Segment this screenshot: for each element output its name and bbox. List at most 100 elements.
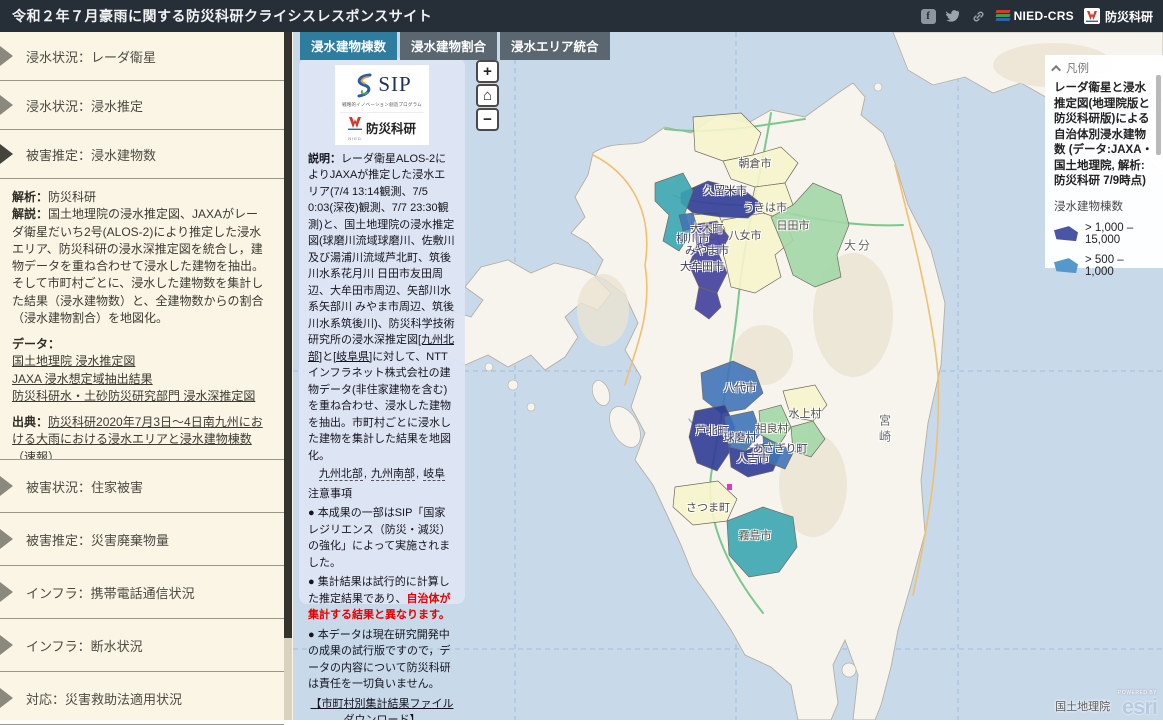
note-1: ● 本成果の一部はSIP「国家レジリエンス（防災・減災）の強化」によって実施され… <box>308 505 456 571</box>
map-label-prefecture: 大分 <box>844 237 872 254</box>
map-zoom-controls: + ⌂ − <box>476 60 499 132</box>
nied-logo-icon: NIED <box>348 116 362 142</box>
legend-item: > 1,000 – 15,000 <box>1054 222 1155 246</box>
sidebar-item-label: 対応：災害救助法適用状況 <box>26 689 182 708</box>
sip-logo-icon <box>352 72 376 98</box>
page-title: 令和２年７月豪雨に関する防災科研クライシスレスポンスサイト <box>12 6 432 26</box>
legend-swatch-blue <box>1054 258 1078 273</box>
sidebar-item-flooded-buildings[interactable]: 被害推定：浸水建物数 <box>0 130 284 179</box>
legend-subtitle: 浸水建物棟数 <box>1054 198 1155 214</box>
chevron-right-icon <box>0 529 13 549</box>
legend-scrollbar-thumb[interactable] <box>1156 75 1161 155</box>
map-label: 相良村 <box>756 420 789 436</box>
sidebar-item-relief-act[interactable]: 対応：災害救助法適用状況 <box>0 672 284 725</box>
legend-item-label: > 500 – 1,000 <box>1085 254 1155 278</box>
description-label: 解説： <box>12 207 48 221</box>
sidebar-item-label: 浸水状況：レーダ衛星 <box>26 47 156 66</box>
tab-flooded-building-ratio[interactable]: 浸水建物割合 <box>400 32 497 60</box>
nied-logo-sub: NIED <box>348 136 362 142</box>
zoom-out-button[interactable]: − <box>476 108 499 131</box>
link-nied-depth-map[interactable]: 防災科研水・土砂防災研究部門 浸水深推定図 <box>12 389 255 403</box>
description-text: 国土地理院の浸水推定図、JAXAがレーダ衛星だいち2号(ALOS-2)により推定… <box>12 207 264 273</box>
sidebar-item-label: 被害状況：住家被害 <box>26 477 143 496</box>
map-label: 八女市 <box>729 227 762 243</box>
sidebar-item-flood-estimate[interactable]: 浸水状況：浸水推定 <box>0 81 284 130</box>
nied-logo-text: 防災科研 <box>366 120 416 139</box>
notes-title: 注意事項 <box>308 486 456 503</box>
chevron-right-icon <box>0 95 13 115</box>
legend-panel: 凡例 レーダ衛星と浸水推定図(地理院版と防災科研版)による自治体別浸水建物数 (… <box>1045 55 1163 268</box>
esri-logo: POWERED BY esri <box>1118 691 1157 718</box>
logo-box: SIP 戦略的イノベーション創造プログラム NIED 防災科研 <box>335 65 429 145</box>
download-link-wrap: 【市町村別集計結果ファイルダウンロード】 <box>308 696 456 720</box>
info-description: 説明：レーダ衛星ALOS-2によりJAXAが推定した浸水エリア(7/4 13:1… <box>308 151 456 465</box>
legend-header[interactable]: 凡例 <box>1054 60 1155 76</box>
twitter-icon[interactable] <box>946 9 961 24</box>
legend-title: レーダ衛星と浸水推定図(地理院版と防災科研版)による自治体別浸水建物数 (データ… <box>1054 81 1155 190</box>
home-button[interactable]: ⌂ <box>476 84 499 107</box>
chevron-up-icon <box>1051 64 1061 74</box>
map-label-prefecture: 宮崎 <box>877 414 894 446</box>
legend-item: > 500 – 1,000 <box>1054 254 1155 278</box>
chevron-right-icon <box>0 144 13 164</box>
link-gifu[interactable]: [岐阜県] <box>333 351 372 363</box>
tab-flooded-building-count[interactable]: 浸水建物棟数 <box>300 32 397 60</box>
link-jaxa-extraction[interactable]: JAXA 浸水想定域抽出結果 <box>12 372 153 386</box>
zoom-in-button[interactable]: + <box>476 60 499 83</box>
bosai-label: 防災科研 <box>1105 8 1153 25</box>
nied-crs-logo[interactable]: NIED-CRS <box>996 9 1074 23</box>
chevron-right-icon <box>0 582 13 602</box>
sidebar-item-label: インフラ：断水状況 <box>26 636 143 655</box>
sidebar-scrollbar-thumb[interactable] <box>284 32 292 638</box>
sidebar-item-radar-satellite[interactable]: 浸水状況：レーダ衛星 <box>0 32 284 81</box>
tab-flood-area-merged[interactable]: 浸水エリア統合 <box>500 32 610 60</box>
map-label: 霧島市 <box>739 527 772 543</box>
sidebar-item-water-outage[interactable]: インフラ：断水状況 <box>0 619 284 672</box>
chevron-right-icon <box>0 476 13 496</box>
map-label: 久留米市 <box>703 182 747 198</box>
source-link[interactable]: 防災科研2020年7月3日～4日南九州における大雨における浸水エリアと浸水建物棟… <box>12 415 263 460</box>
map-label: あさぎり町 <box>753 440 808 456</box>
analysis-value: 防災科研 <box>48 190 96 204</box>
nied-crs-label: NIED-CRS <box>1014 9 1074 23</box>
description-text-2: そして市町村ごとに、浸水した建物数を集計した結果（浸水建物数）と、全建物数からの… <box>12 275 270 327</box>
facebook-icon[interactable]: f <box>921 9 936 24</box>
legend-swatch-dark-blue <box>1054 226 1078 241</box>
map-label: 日田市 <box>777 217 810 233</box>
sidebar-item-label: インフラ：携帯電話通信状況 <box>26 583 195 602</box>
gsi-attribution: 国土地理院 <box>1055 698 1110 714</box>
sidebar-item-mobile-network[interactable]: インフラ：携帯電話通信状況 <box>0 566 284 619</box>
sip-logo-subtitle: 戦略的イノベーション創造プログラム <box>340 102 424 109</box>
chevron-right-icon <box>0 46 13 66</box>
legend-header-label: 凡例 <box>1066 60 1089 76</box>
note-2: ● 集計結果は試行的に計算した推定結果であり、自治体が集計する結果と異なります。 <box>308 574 456 624</box>
description-text-after: に対して、NTTインフラネット株式会社の建物データ(非住家建物を含む)を重ね合わ… <box>308 351 451 462</box>
map-label: 水上村 <box>789 405 822 421</box>
info-panel: SIP 戦略的イノベーション創造プログラム NIED 防災科研 説明：レーダ衛星… <box>299 58 465 604</box>
chevron-right-icon <box>0 635 13 655</box>
municipal-results-download-link[interactable]: 【市町村別集計結果ファイルダウンロード】 <box>311 698 454 720</box>
bosai-kaken-logo[interactable]: 防災科研 <box>1084 8 1153 25</box>
description-text: レーダ衛星ALOS-2によりJAXAが推定した浸水エリア(7/4 13:14観測… <box>308 153 455 347</box>
map-label: うきは市 <box>743 199 787 215</box>
map-label: さつま町 <box>686 499 730 515</box>
note-3: ● 本データは現在研究開発中の成果の試行版ですので，データの内容について防災科研… <box>308 627 456 693</box>
app-header: 令和２年７月豪雨に関する防災科研クライシスレスポンスサイト f NIED-CRS… <box>0 0 1163 32</box>
sidebar-item-disaster-waste[interactable]: 被害推定：災害廃棄物量 <box>0 513 284 566</box>
link-region-kyushu-north[interactable]: 九州北部 <box>319 468 363 481</box>
map-label: みやま市 <box>685 242 729 258</box>
source-label: 出典： <box>12 415 48 429</box>
map-label: 朝倉市 <box>739 155 772 171</box>
link-gsi-flood-map[interactable]: 国土地理院 浸水推定図 <box>12 354 135 368</box>
map-label: 大牟田市 <box>680 258 724 274</box>
link-icon[interactable] <box>971 9 986 24</box>
sidebar-scrollbar[interactable] <box>284 32 292 720</box>
sidebar: 浸水状況：レーダ衛星 浸水状況：浸水推定 被害推定：浸水建物数 解析：防災科研 … <box>0 32 293 720</box>
sidebar-item-label: 被害推定：浸水建物数 <box>26 145 156 164</box>
link-region-kyushu-south[interactable]: 九州南部 <box>371 468 415 481</box>
link-region-gifu[interactable]: 岐阜 <box>423 468 445 481</box>
sidebar-item-label: 被害推定：災害廃棄物量 <box>26 530 169 549</box>
sidebar-item-house-damage[interactable]: 被害状況：住家被害 <box>0 460 284 513</box>
map-canvas[interactable]: 朝倉市 うきは市 日田市 久留米市 八女市 大木町 柳川市 みやま市 大牟田市 … <box>293 32 1163 720</box>
map-attribution: 国土地理院 POWERED BY esri <box>1055 691 1157 718</box>
